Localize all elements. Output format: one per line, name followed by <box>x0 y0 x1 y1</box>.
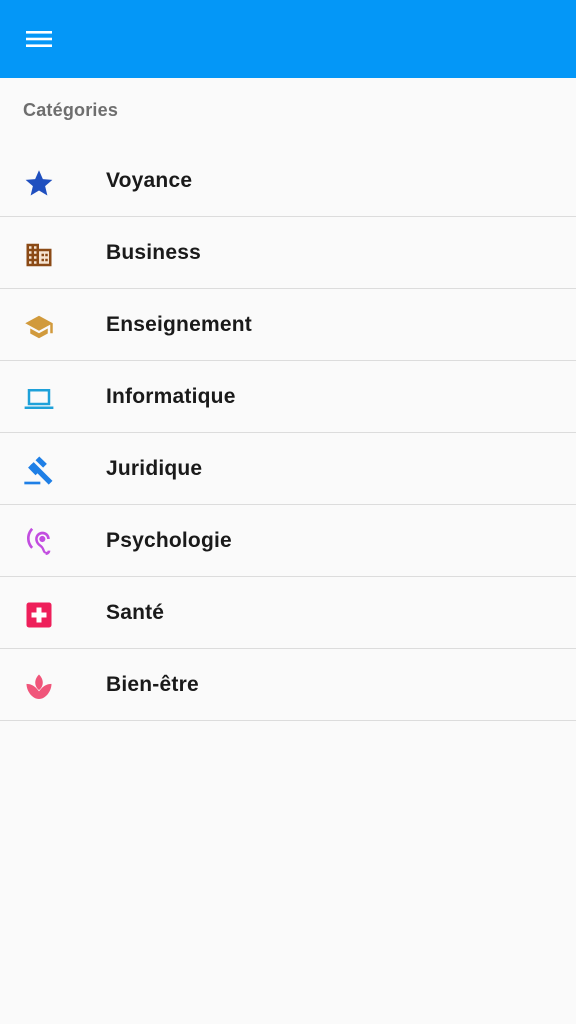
category-item-voyance[interactable]: Voyance <box>0 145 576 217</box>
category-item-juridique[interactable]: Juridique <box>0 433 576 505</box>
category-item-informatique[interactable]: Informatique <box>0 361 576 433</box>
category-label: Juridique <box>106 457 203 480</box>
medical-cross-icon <box>22 598 56 632</box>
category-item-psychologie[interactable]: Psychologie <box>0 505 576 577</box>
category-label: Bien-être <box>106 673 199 696</box>
menu-icon <box>26 31 52 47</box>
app-bar <box>0 0 576 78</box>
category-label: Santé <box>106 601 165 624</box>
category-label: Voyance <box>106 169 193 192</box>
category-list: Voyance Business Enseignement Informatiq… <box>0 145 576 721</box>
category-item-bien-etre[interactable]: Bien-être <box>0 649 576 721</box>
star-icon <box>22 166 56 200</box>
category-label: Enseignement <box>106 313 252 336</box>
category-item-sante[interactable]: Santé <box>0 577 576 649</box>
menu-button[interactable] <box>14 17 64 61</box>
category-item-enseignement[interactable]: Enseignement <box>0 289 576 361</box>
category-label: Informatique <box>106 385 236 408</box>
category-label: Business <box>106 241 201 264</box>
gavel-icon <box>22 454 56 488</box>
section-title: Catégories <box>23 100 119 120</box>
graduation-cap-icon <box>22 310 56 344</box>
building-icon <box>22 238 56 272</box>
app-screen: Catégories Voyance Business Enseignement… <box>0 0 576 1024</box>
category-item-business[interactable]: Business <box>0 217 576 289</box>
ear-icon <box>22 526 56 560</box>
category-label: Psychologie <box>106 529 232 552</box>
laptop-icon <box>22 382 56 416</box>
lotus-icon <box>22 670 56 704</box>
